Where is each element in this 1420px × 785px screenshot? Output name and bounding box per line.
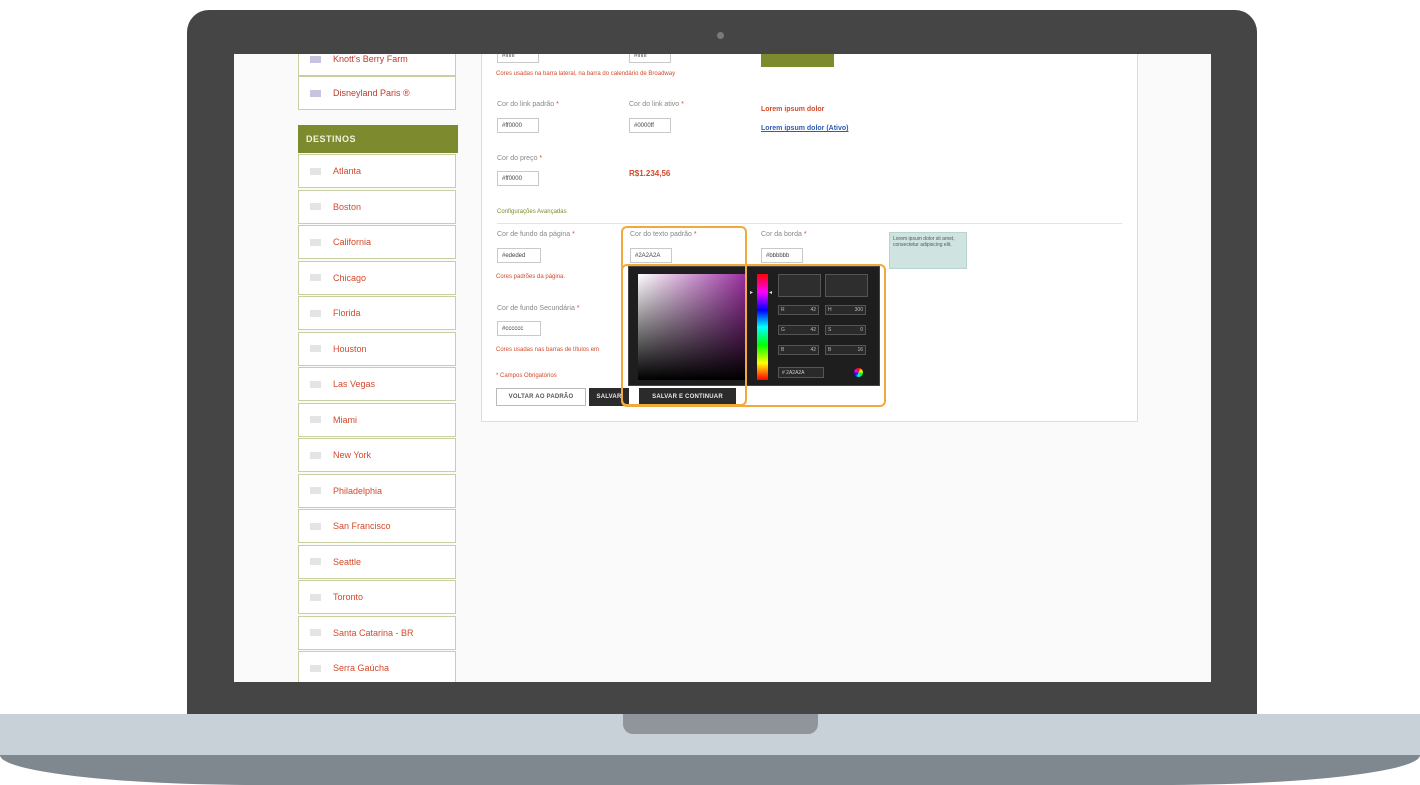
destination-icon xyxy=(310,203,321,210)
sidebar-item[interactable]: New York xyxy=(298,438,456,472)
sidebar-item-label: Las Vegas xyxy=(333,379,376,389)
sidebar-item[interactable]: Serra Gaúcha xyxy=(298,651,456,682)
destination-icon xyxy=(310,664,321,672)
secondary-bg-input[interactable]: #cccccc xyxy=(497,321,541,336)
border-color-label: Cor da borda * xyxy=(761,231,807,238)
destination-icon xyxy=(310,167,321,175)
help-text-top: Cores usadas na barra lateral, na barra … xyxy=(496,71,676,77)
page-bg-label: Cor de fundo da página * xyxy=(497,231,575,238)
secondary-sample-box: Lorem ipsum dolor sit amet, consectetur … xyxy=(889,232,967,269)
sidebar-item[interactable]: Seattle xyxy=(298,544,456,579)
sidebar-item-label: Santa Catarina - BR xyxy=(333,627,414,638)
destination-icon xyxy=(310,558,321,565)
sidebar-item[interactable]: Atlanta xyxy=(298,154,456,188)
sidebar-item[interactable]: Chicago xyxy=(298,260,456,295)
destination-icon xyxy=(310,345,321,352)
sidebar-item-label: California xyxy=(333,237,372,247)
color-input-top-2[interactable]: #ffffff xyxy=(629,54,671,63)
sidebar-item[interactable]: Toronto xyxy=(298,580,456,614)
sidebar-item-label: San Francisco xyxy=(333,521,391,531)
sidebar-item-label: Miami xyxy=(333,414,357,425)
help-text-secondary: Cores usadas nas barras de títulos em xyxy=(496,347,600,353)
sidebar-item[interactable]: Las Vegas xyxy=(298,367,456,401)
sidebar-item-label: Philadelphia xyxy=(333,485,383,496)
sample-text: Lorem ipsum dolor xyxy=(761,106,825,113)
sidebar-item[interactable]: San Francisco xyxy=(298,509,456,543)
destination-icon xyxy=(310,593,321,601)
secondary-bg-label: Cor de fundo Secundária * xyxy=(497,305,580,312)
laptop-notch xyxy=(623,714,818,734)
park-icon xyxy=(310,55,321,63)
color-input-top-1[interactable]: #ffffff xyxy=(497,54,539,63)
section-title: Configurações Avançadas xyxy=(497,209,567,215)
sidebar-item-label: Toronto xyxy=(333,592,364,602)
destination-icon xyxy=(310,274,321,281)
destination-icon xyxy=(310,380,321,388)
sidebar-item-label: Chicago xyxy=(333,272,367,283)
link-color-label: Cor do link padrão * xyxy=(497,101,559,108)
sidebar-item[interactable]: Florida xyxy=(298,296,456,330)
camera-icon xyxy=(717,32,724,39)
help-text-page: Cores padrões da página. xyxy=(496,274,566,280)
sidebar-item[interactable]: Houston xyxy=(298,331,456,366)
price-sample: R$1.234,56 xyxy=(629,169,671,178)
sidebar-item-label: Serra Gaúcha xyxy=(333,663,390,673)
price-color-label: Cor do preço * xyxy=(497,155,543,162)
sidebar-item[interactable]: California xyxy=(298,225,456,259)
price-color-input[interactable]: #ff0000 xyxy=(497,171,539,186)
required-note: * Campos Obrigatórios xyxy=(496,373,557,379)
park-icon xyxy=(310,89,321,97)
sidebar-header: DESTINOS xyxy=(298,125,458,153)
destination-icon xyxy=(310,451,321,459)
active-link-label: Cor do link ativo * xyxy=(629,101,684,108)
section-divider xyxy=(497,223,1122,224)
destination-icon xyxy=(310,416,321,423)
screen: Knott's Berry Farm Disneyland Paris ® DE… xyxy=(234,54,1211,682)
sidebar-item-label: Florida xyxy=(333,308,361,318)
laptop-base-bottom xyxy=(0,755,1420,785)
link-color-input[interactable]: #ff0000 xyxy=(497,118,539,133)
sidebar-item-label: Houston xyxy=(333,343,367,354)
active-link-input[interactable]: #0000ff xyxy=(629,118,671,133)
destination-icon xyxy=(310,629,321,636)
destination-icon xyxy=(310,487,321,494)
destination-icon xyxy=(310,522,321,530)
page-bg-input[interactable]: #ededed xyxy=(497,248,541,263)
sidebar-item[interactable]: Boston xyxy=(298,189,456,224)
sample-link[interactable]: Lorem ipsum dolor (Ativo) xyxy=(761,125,849,132)
sidebar-item-top-2[interactable]: Disneyland Paris ® xyxy=(298,76,456,110)
reset-default-button[interactable]: VOLTAR AO PADRÃO xyxy=(496,388,586,406)
destination-icon xyxy=(310,309,321,317)
sidebar-item-label: Boston xyxy=(333,201,362,212)
destination-icon xyxy=(310,238,321,246)
highlight-color-picker xyxy=(621,264,886,407)
sample-swatch xyxy=(761,54,834,67)
border-color-input[interactable]: #bbbbbb xyxy=(761,248,803,263)
sidebar-item[interactable]: Philadelphia xyxy=(298,473,456,508)
sidebar-item[interactable]: Miami xyxy=(298,402,456,437)
sidebar-item[interactable]: Santa Catarina - BR xyxy=(298,615,456,650)
sidebar-item-top-1[interactable]: Knott's Berry Farm xyxy=(298,54,456,76)
sidebar-item-label: Atlanta xyxy=(333,166,362,176)
sidebar-item-label: New York xyxy=(333,450,372,460)
sidebar-item-label: Seattle xyxy=(333,556,362,567)
